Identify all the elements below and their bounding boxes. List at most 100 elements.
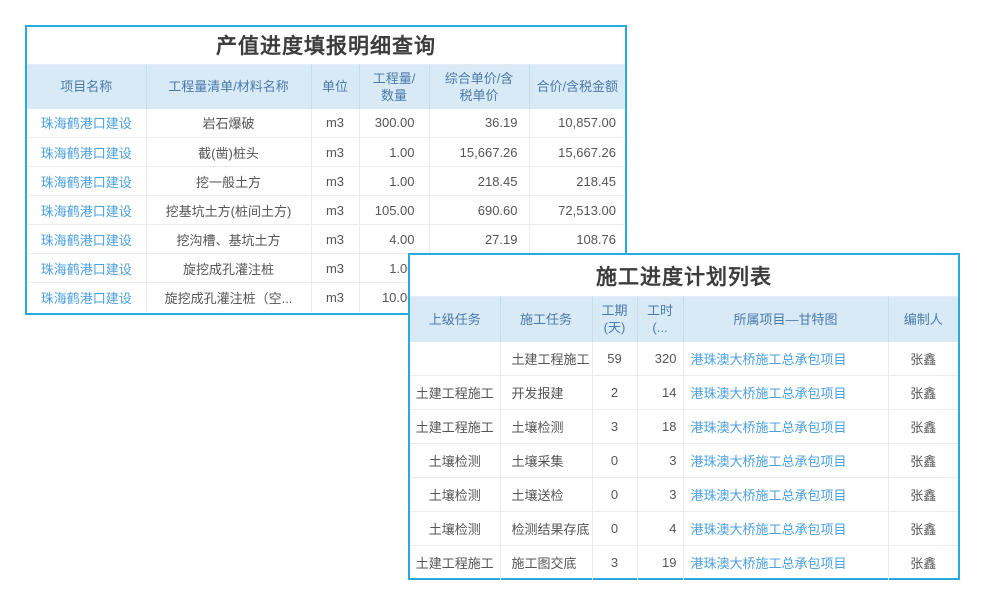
cell bbox=[410, 342, 500, 376]
cell: 300.00 bbox=[359, 109, 429, 138]
header-row: 项目名称工程量清单/材料名称单位工程量/ 数量综合单价/含 税单价合价/含税金额 bbox=[27, 65, 625, 109]
column-header: 项目名称 bbox=[27, 65, 146, 109]
gantt-project-link[interactable]: 港珠澳大桥施工总承包项目 bbox=[691, 556, 847, 571]
project-link[interactable]: 珠海鹤港口建设 bbox=[41, 204, 132, 219]
table-row: 珠海鹤港口建设挖沟槽、基坑土方m34.0027.19108.76 bbox=[27, 225, 625, 254]
cell: 36.19 bbox=[429, 109, 529, 138]
gantt-project-link[interactable]: 港珠澳大桥施工总承包项目 bbox=[691, 488, 847, 503]
table-row: 土壤检测检测结果存底04港珠澳大桥施工总承包项目张鑫 bbox=[410, 512, 958, 546]
link-cell: 珠海鹤港口建设 bbox=[27, 167, 146, 196]
cell: 15,667.26 bbox=[429, 138, 529, 167]
cell: 2 bbox=[592, 376, 637, 410]
cell: 108.76 bbox=[529, 225, 625, 254]
table-row: 土建工程施工59320港珠澳大桥施工总承包项目张鑫 bbox=[410, 342, 958, 376]
cell: 土壤检测 bbox=[410, 512, 500, 546]
link-cell: 珠海鹤港口建设 bbox=[27, 138, 146, 167]
link-cell: 珠海鹤港口建设 bbox=[27, 283, 146, 312]
cell: 土壤检测 bbox=[410, 444, 500, 478]
cell: 72,513.00 bbox=[529, 196, 625, 225]
project-link[interactable]: 珠海鹤港口建设 bbox=[41, 262, 132, 277]
cell: 挖沟槽、基坑土方 bbox=[146, 225, 311, 254]
table-row: 珠海鹤港口建设挖基坑土方(桩间土方)m3105.00690.6072,513.0… bbox=[27, 196, 625, 225]
cell: 挖一般土方 bbox=[146, 167, 311, 196]
cell: 旋挖成孔灌注桩 bbox=[146, 254, 311, 283]
gantt-project-link[interactable]: 港珠澳大桥施工总承包项目 bbox=[691, 386, 847, 401]
cell: 19 bbox=[637, 546, 683, 580]
cell: 岩石爆破 bbox=[146, 109, 311, 138]
project-link[interactable]: 珠海鹤港口建设 bbox=[41, 146, 132, 161]
panel-title: 施工进度计划列表 bbox=[410, 255, 958, 296]
project-link[interactable]: 珠海鹤港口建设 bbox=[41, 175, 132, 190]
project-link[interactable]: 珠海鹤港口建设 bbox=[41, 291, 132, 306]
cell: 10,857.00 bbox=[529, 109, 625, 138]
cell: m3 bbox=[311, 167, 359, 196]
cell: 施工图交底 bbox=[500, 546, 592, 580]
cell: 张鑫 bbox=[888, 478, 958, 512]
cell: 张鑫 bbox=[888, 342, 958, 376]
cell: 开发报建 bbox=[500, 376, 592, 410]
project-link[interactable]: 珠海鹤港口建设 bbox=[41, 116, 132, 131]
gantt-project-link[interactable]: 港珠澳大桥施工总承包项目 bbox=[691, 420, 847, 435]
cell: 张鑫 bbox=[888, 444, 958, 478]
link-cell: 珠海鹤港口建设 bbox=[27, 109, 146, 138]
cell: 土壤送检 bbox=[500, 478, 592, 512]
column-header: 合价/含税金额 bbox=[529, 65, 625, 109]
column-header: 上级任务 bbox=[410, 297, 500, 342]
cell: 检测结果存底 bbox=[500, 512, 592, 546]
cell: m3 bbox=[311, 138, 359, 167]
cell: 18 bbox=[637, 410, 683, 444]
table-row: 土建工程施工施工图交底319港珠澳大桥施工总承包项目张鑫 bbox=[410, 546, 958, 580]
cell: 27.19 bbox=[429, 225, 529, 254]
cell: 14 bbox=[637, 376, 683, 410]
cell: 张鑫 bbox=[888, 410, 958, 444]
gantt-project-link[interactable]: 港珠澳大桥施工总承包项目 bbox=[691, 454, 847, 469]
link-cell: 港珠澳大桥施工总承包项目 bbox=[683, 444, 888, 478]
cell: 320 bbox=[637, 342, 683, 376]
gantt-project-link[interactable]: 港珠澳大桥施工总承包项目 bbox=[691, 352, 847, 367]
cell: 土壤检测 bbox=[410, 478, 500, 512]
cell: 4 bbox=[637, 512, 683, 546]
construction-schedule-panel: 施工进度计划列表 上级任务施工任务工期 (天)工时 (...所属项目—甘特图编制… bbox=[408, 253, 960, 580]
gantt-project-link[interactable]: 港珠澳大桥施工总承包项目 bbox=[691, 522, 847, 537]
cell: 690.60 bbox=[429, 196, 529, 225]
cell: 土建工程施工 bbox=[500, 342, 592, 376]
table-row: 土壤检测土壤送检03港珠澳大桥施工总承包项目张鑫 bbox=[410, 478, 958, 512]
cell: 218.45 bbox=[429, 167, 529, 196]
cell: 3 bbox=[637, 444, 683, 478]
cell: 0 bbox=[592, 444, 637, 478]
column-header: 施工任务 bbox=[500, 297, 592, 342]
cell: 土建工程施工 bbox=[410, 410, 500, 444]
cell: 4.00 bbox=[359, 225, 429, 254]
cell: 0 bbox=[592, 478, 637, 512]
panel-title: 产值进度填报明细查询 bbox=[27, 27, 625, 64]
table-row: 珠海鹤港口建设挖一般土方m31.00218.45218.45 bbox=[27, 167, 625, 196]
cell: m3 bbox=[311, 196, 359, 225]
cell: 218.45 bbox=[529, 167, 625, 196]
column-header: 所属项目—甘特图 bbox=[683, 297, 888, 342]
table-row: 珠海鹤港口建设截(凿)桩头m31.0015,667.2615,667.26 bbox=[27, 138, 625, 167]
cell: 挖基坑土方(桩间土方) bbox=[146, 196, 311, 225]
link-cell: 港珠澳大桥施工总承包项目 bbox=[683, 342, 888, 376]
table-row: 土建工程施工开发报建214港珠澳大桥施工总承包项目张鑫 bbox=[410, 376, 958, 410]
cell: 截(凿)桩头 bbox=[146, 138, 311, 167]
cell: 15,667.26 bbox=[529, 138, 625, 167]
cell: 3 bbox=[592, 546, 637, 580]
project-link[interactable]: 珠海鹤港口建设 bbox=[41, 233, 132, 248]
cell: 旋挖成孔灌注桩（空... bbox=[146, 283, 311, 312]
column-header: 综合单价/含 税单价 bbox=[429, 65, 529, 109]
column-header: 单位 bbox=[311, 65, 359, 109]
cell: 张鑫 bbox=[888, 512, 958, 546]
column-header: 工期 (天) bbox=[592, 297, 637, 342]
cell: 土壤采集 bbox=[500, 444, 592, 478]
cell: 土壤检测 bbox=[500, 410, 592, 444]
cell: 3 bbox=[592, 410, 637, 444]
link-cell: 港珠澳大桥施工总承包项目 bbox=[683, 546, 888, 580]
link-cell: 港珠澳大桥施工总承包项目 bbox=[683, 410, 888, 444]
cell: m3 bbox=[311, 283, 359, 312]
column-header: 工程量清单/材料名称 bbox=[146, 65, 311, 109]
link-cell: 港珠澳大桥施工总承包项目 bbox=[683, 512, 888, 546]
table-row: 珠海鹤港口建设岩石爆破m3300.0036.1910,857.00 bbox=[27, 109, 625, 138]
construction-schedule-table: 上级任务施工任务工期 (天)工时 (...所属项目—甘特图编制人 土建工程施工5… bbox=[410, 296, 958, 580]
cell: 土建工程施工 bbox=[410, 546, 500, 580]
column-header: 工时 (... bbox=[637, 297, 683, 342]
